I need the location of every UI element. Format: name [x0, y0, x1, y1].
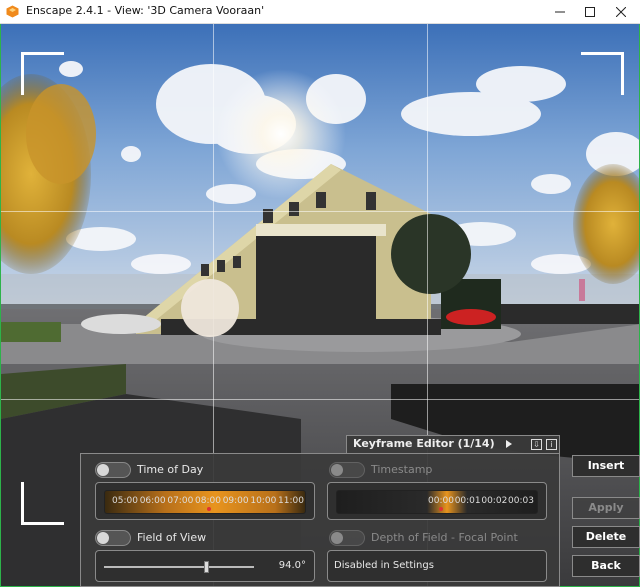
apply-button[interactable]: Apply	[572, 497, 640, 519]
field-of-view-toggle[interactable]	[95, 530, 131, 546]
toggle-knob	[97, 532, 109, 544]
timeline-tick-label: 07:00	[167, 496, 194, 506]
timestamp-label: Timestamp	[371, 463, 433, 476]
export-icon[interactable]: ⇩	[531, 439, 542, 450]
toggle-knob	[331, 532, 343, 544]
minimize-button[interactable]	[545, 0, 575, 23]
field-of-view-slider-thumb[interactable]	[204, 561, 209, 573]
enscape-logo-icon	[6, 5, 19, 18]
timeline-tick-label: 06:00	[139, 496, 166, 506]
info-icon[interactable]: i	[546, 439, 557, 450]
window-title: Enscape 2.4.1 - View: '3D Camera Vooraan…	[26, 4, 265, 17]
keyframe-marker[interactable]	[439, 507, 443, 511]
time-of-day-toggle[interactable]	[95, 462, 131, 478]
depth-of-field-control: Disabled in Settings	[327, 550, 547, 582]
grid-line-horizontal-2	[1, 399, 639, 400]
depth-of-field-toggle[interactable]	[329, 530, 365, 546]
timestamp-toggle[interactable]	[329, 462, 365, 478]
delete-button[interactable]: Delete	[572, 526, 640, 548]
title-bar: Enscape 2.4.1 - View: '3D Camera Vooraan…	[0, 0, 640, 24]
timeline-tick-label: 00:03	[508, 496, 534, 506]
insert-button[interactable]: Insert	[572, 455, 640, 477]
timeline-tick-label: 00:00	[428, 496, 454, 506]
close-button[interactable]	[606, 0, 636, 23]
sun-position-indicator[interactable]	[181, 279, 239, 337]
time-of-day-label: Time of Day	[137, 463, 204, 476]
back-button[interactable]: Back	[572, 555, 640, 577]
play-icon[interactable]	[506, 440, 512, 448]
time-of-day-strip[interactable]: 05:00 06:00 07:00 08:00 09:00 10:00 11:00	[104, 490, 306, 514]
grid-line-horizontal-1	[1, 211, 639, 212]
keyframe-editor-title: Keyframe Editor (1/14)	[353, 437, 495, 450]
enscape-window: Enscape 2.4.1 - View: '3D Camera Vooraan…	[0, 0, 640, 587]
frame-corner-top-right	[581, 52, 624, 95]
timeline-tick-label: 00:01	[454, 496, 481, 506]
timeline-tick-label: 09:00	[222, 496, 249, 506]
field-of-view-slider-track[interactable]	[104, 566, 254, 568]
toggle-knob	[331, 464, 343, 476]
maximize-button[interactable]	[575, 0, 605, 23]
time-of-day-timeline[interactable]: 05:00 06:00 07:00 08:00 09:00 10:00 11:00	[95, 482, 315, 520]
close-icon	[616, 6, 626, 17]
field-of-view-control[interactable]: 94.0°	[95, 550, 315, 582]
depth-of-field-label: Depth of Field - Focal Point	[371, 531, 518, 544]
timestamp-timeline[interactable]: 00:00 00:01 00:02 00:03	[327, 482, 547, 520]
toggle-knob	[97, 464, 109, 476]
field-of-view-label: Field of View	[137, 531, 207, 544]
field-of-view-value: 94.0°	[278, 560, 306, 571]
timeline-tick-label: 00:02	[481, 496, 508, 506]
keyframe-editor-panel: Time of Day 05:00 06:00 07:00 08:00 09:00 10:…	[80, 453, 560, 587]
keyframe-editor-header: Keyframe Editor (1/14) ⇩ i	[346, 435, 560, 454]
timeline-tick-label: 10:00	[250, 496, 277, 506]
depth-of-field-status: Disabled in Settings	[334, 560, 434, 571]
timeline-tick-label: 05:00	[112, 496, 138, 506]
minimize-icon	[555, 11, 565, 12]
frame-corner-top-left	[21, 52, 64, 95]
timeline-tick-label: 11:00	[278, 496, 304, 506]
timestamp-strip[interactable]: 00:00 00:01 00:02 00:03	[336, 490, 538, 514]
frame-corner-bottom-left	[21, 482, 64, 525]
timeline-tick-label: 08:00	[195, 496, 221, 506]
keyframe-marker[interactable]	[207, 507, 211, 511]
maximize-icon	[585, 6, 595, 17]
